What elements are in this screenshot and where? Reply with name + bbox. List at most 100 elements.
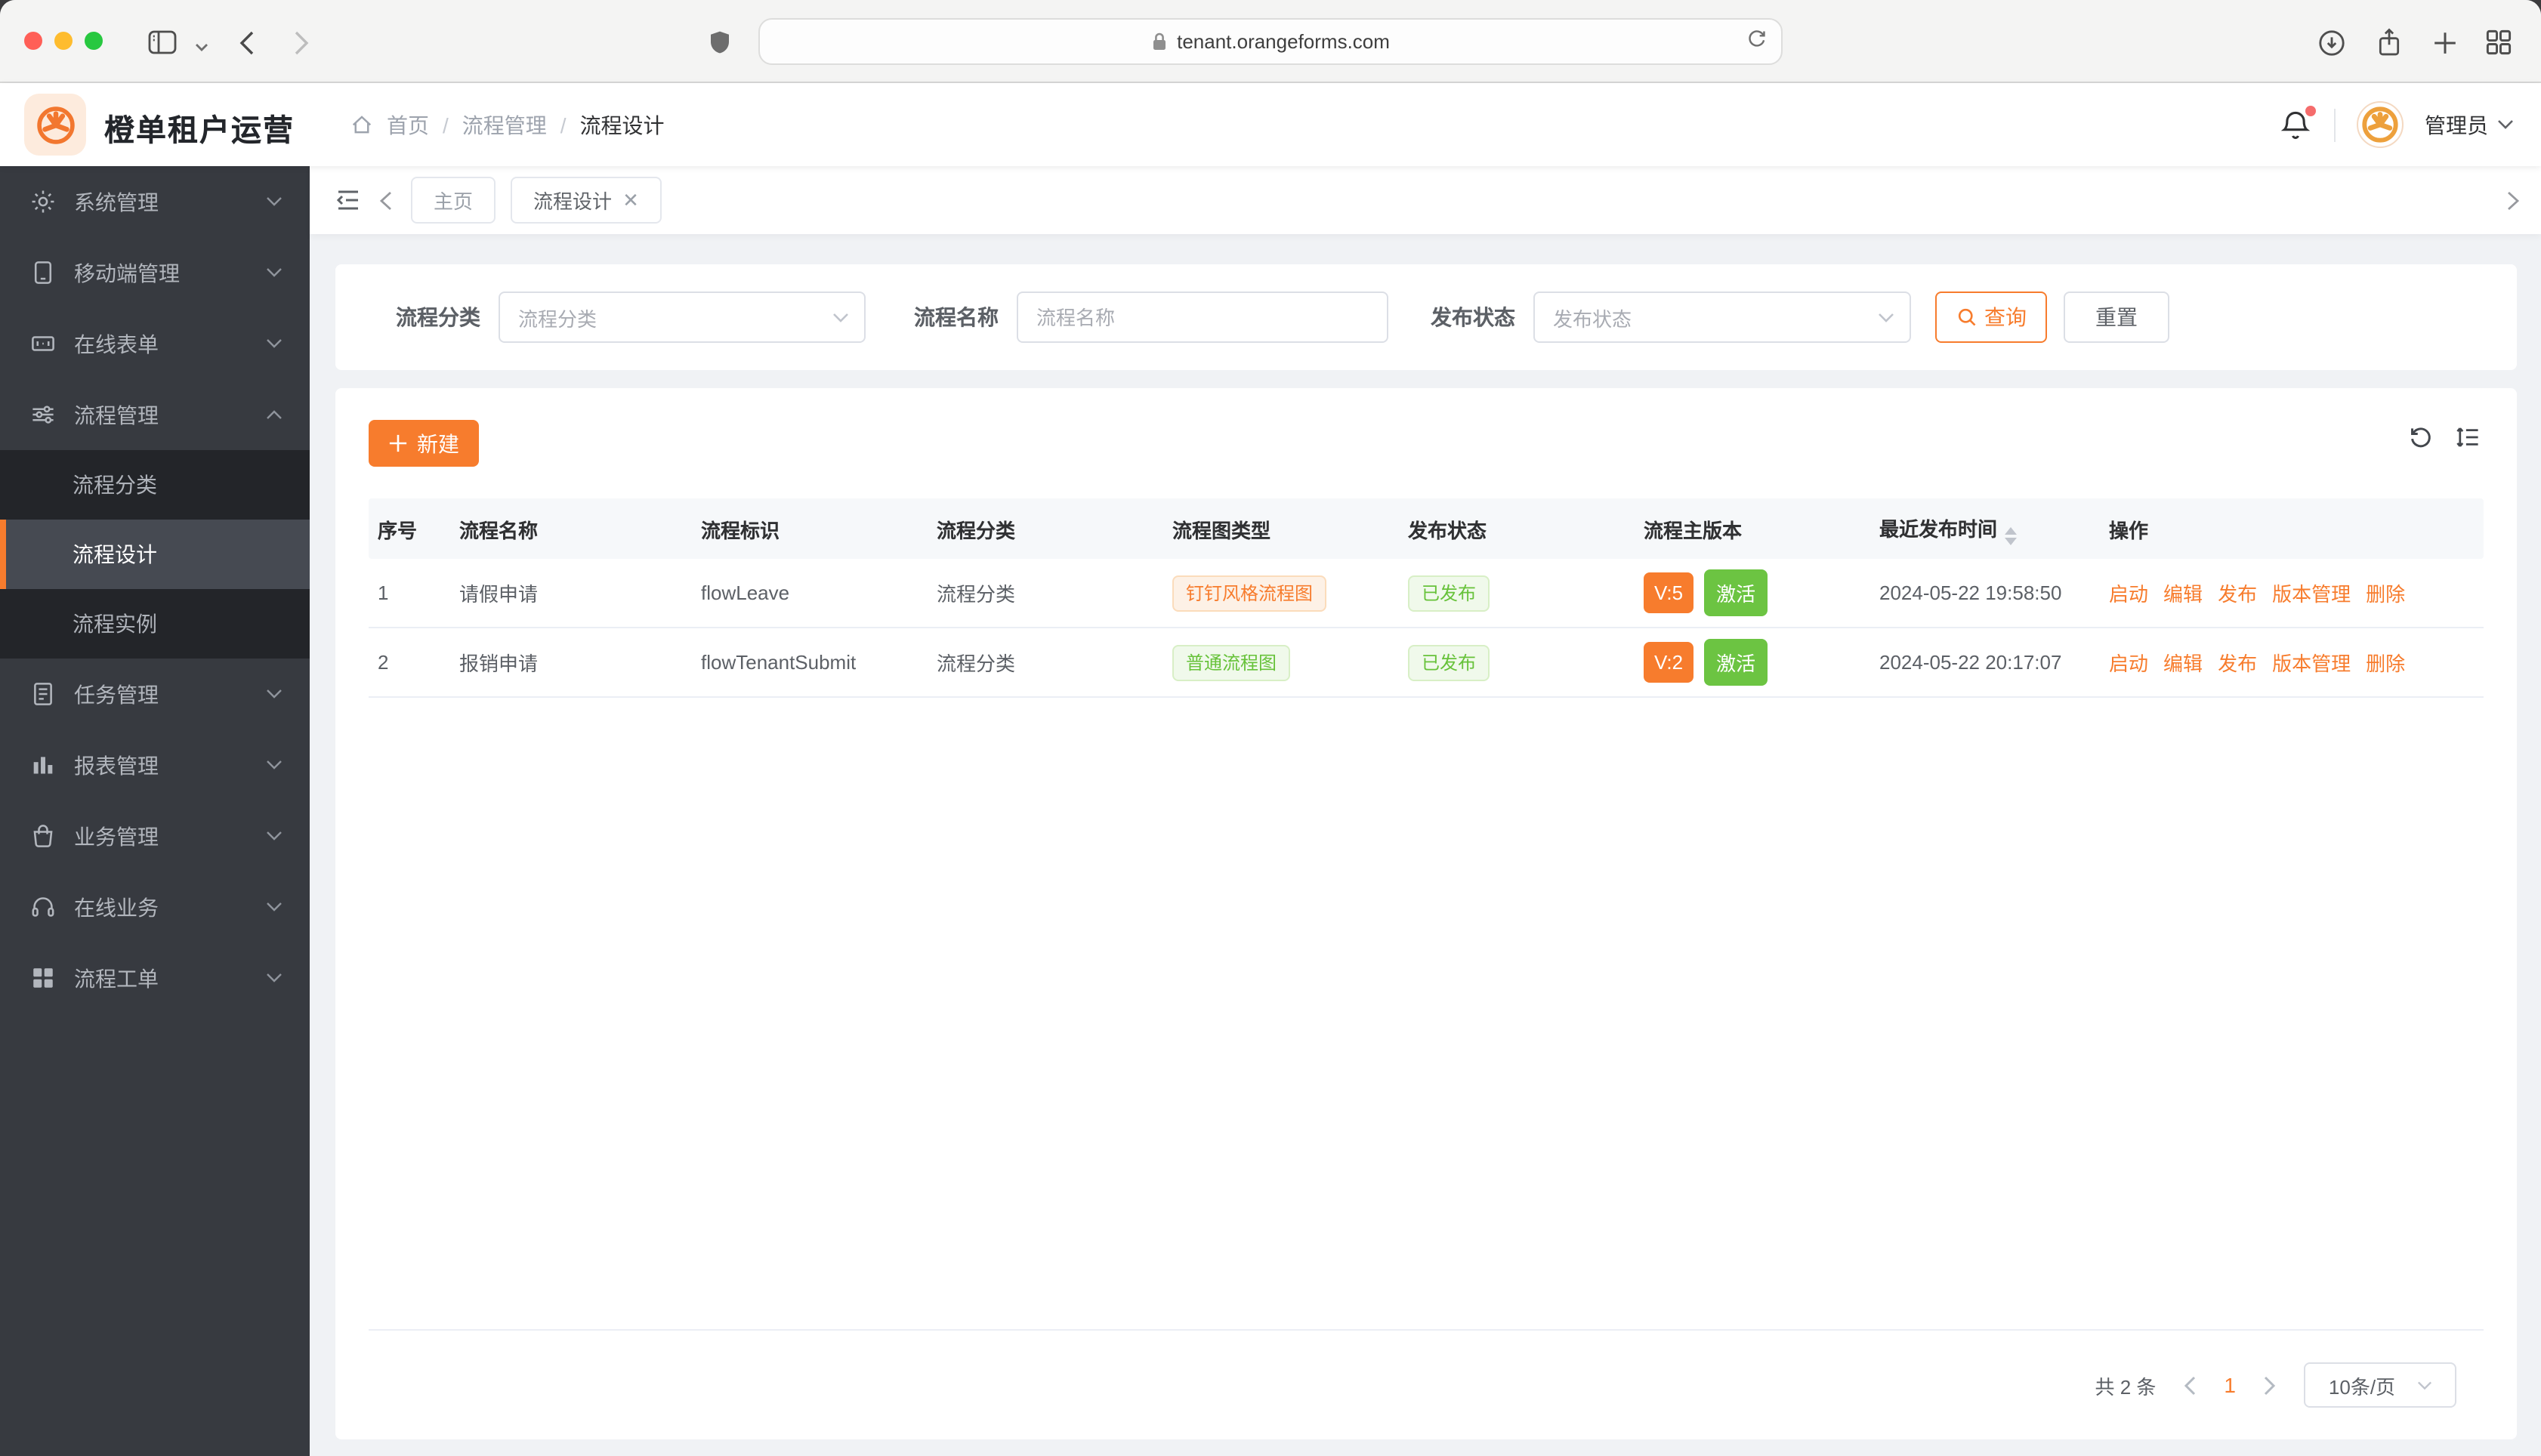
- reload-icon[interactable]: [1746, 27, 1768, 50]
- next-page-icon[interactable]: [2263, 1375, 2277, 1395]
- tab-close-icon[interactable]: ✕: [622, 188, 639, 212]
- chevron-down-icon: [266, 338, 283, 349]
- collapse-sidebar-icon[interactable]: [335, 189, 361, 211]
- name-filter-input[interactable]: [1018, 293, 1387, 341]
- active-tag: 激活: [1704, 569, 1768, 616]
- tab-scroll-left-icon[interactable]: [379, 190, 393, 211]
- chevron-down-icon: [266, 760, 283, 770]
- tab-home[interactable]: 主页: [411, 177, 496, 224]
- status-filter-select[interactable]: 发布状态: [1533, 292, 1911, 343]
- sidebar-item-label: 任务管理: [74, 682, 159, 706]
- select-placeholder: 流程分类: [518, 307, 597, 330]
- tab-label: 流程设计: [533, 190, 613, 213]
- headset-icon: [30, 894, 56, 920]
- sidebar-toggle-icon[interactable]: [145, 26, 178, 59]
- row-density-icon[interactable]: [2455, 424, 2481, 450]
- start-link[interactable]: 启动: [2109, 583, 2148, 606]
- sidebar-item-flow-design[interactable]: 流程设计: [0, 520, 310, 589]
- prev-page-icon[interactable]: [2183, 1375, 2197, 1395]
- form-icon: [30, 331, 56, 356]
- pagination: 共 2 条 1 10条/页: [369, 1331, 2484, 1439]
- publish-link[interactable]: 发布: [2218, 583, 2257, 606]
- delete-link[interactable]: 删除: [2366, 652, 2405, 675]
- delete-link[interactable]: 删除: [2366, 583, 2405, 606]
- version-mgmt-link[interactable]: 版本管理: [2272, 652, 2351, 675]
- sidebar-item-flow-mgmt[interactable]: 流程管理: [0, 379, 310, 450]
- minimize-window-button[interactable]: [54, 32, 73, 50]
- submenu-label: 流程设计: [73, 542, 157, 566]
- close-window-button[interactable]: [24, 32, 42, 50]
- start-link[interactable]: 启动: [2109, 652, 2148, 675]
- url-text: tenant.orangeforms.com: [1177, 30, 1390, 53]
- sidebar-item-flow-category[interactable]: 流程分类: [0, 450, 310, 520]
- sidebar-chevron-down-icon[interactable]: [184, 30, 218, 63]
- col-header: 流程图类型: [1172, 519, 1271, 541]
- sidebar-item-system[interactable]: 系统管理: [0, 166, 310, 237]
- page-size-select[interactable]: 10条/页: [2304, 1362, 2456, 1408]
- pagination-total: 共 2 条: [2095, 1375, 2157, 1398]
- reset-button-label: 重置: [2095, 305, 2138, 329]
- create-button-label: 新建: [417, 431, 459, 455]
- submenu-label: 流程分类: [73, 473, 157, 497]
- sidebar-item-label: 流程工单: [74, 966, 159, 990]
- address-bar[interactable]: tenant.orangeforms.com: [758, 18, 1783, 65]
- back-button[interactable]: [230, 26, 263, 59]
- downloads-icon[interactable]: [2314, 26, 2348, 59]
- sidebar-item-label: 业务管理: [74, 824, 159, 848]
- sidebar-item-business-mgmt[interactable]: 业务管理: [0, 800, 310, 871]
- version-mgmt-link[interactable]: 版本管理: [2272, 583, 2351, 606]
- chevron-down-icon: [2416, 1380, 2431, 1390]
- table-header-row: 序号 流程名称 流程标识 流程分类 流程图类型 发布状态 流程主版本 最近发布时…: [369, 498, 2484, 559]
- sidebar-item-flow-instance[interactable]: 流程实例: [0, 589, 310, 659]
- publish-link[interactable]: 发布: [2218, 652, 2257, 675]
- table-row: 1 请假申请 flowLeave 流程分类 钉钉风格流程图 已发布 V:5 激活…: [369, 559, 2484, 628]
- create-button[interactable]: 新建: [369, 420, 479, 467]
- main-area: 主页 流程设计 ✕ 流程分类 流程分类 流程名称 流程名称 发布状态 发布状态 …: [310, 166, 2541, 1456]
- tablet-icon: [30, 260, 56, 285]
- forward-button[interactable]: [284, 26, 317, 59]
- page-number[interactable]: 1: [2224, 1373, 2236, 1397]
- page-size-value: 10条/页: [2328, 1375, 2396, 1398]
- shopping-bag-icon: [30, 823, 56, 849]
- zoom-window-button[interactable]: [85, 32, 103, 50]
- chevron-down-icon: [266, 196, 283, 207]
- sidebar-item-mobile[interactable]: 移动端管理: [0, 237, 310, 308]
- user-menu[interactable]: 管理员: [2425, 110, 2514, 140]
- sidebar-item-report-mgmt[interactable]: 报表管理: [0, 730, 310, 800]
- edit-link[interactable]: 编辑: [2163, 652, 2203, 675]
- share-icon[interactable]: [2372, 26, 2405, 59]
- tab-overview-icon[interactable]: [2482, 26, 2515, 59]
- sidebar-item-online-business[interactable]: 在线业务: [0, 871, 310, 942]
- tab-flow-design[interactable]: 流程设计 ✕: [511, 177, 662, 224]
- cell-category: 流程分类: [937, 652, 1016, 675]
- new-tab-icon[interactable]: [2428, 26, 2461, 59]
- notification-bell-icon[interactable]: [2280, 105, 2316, 141]
- gear-icon: [30, 189, 56, 214]
- tab-scroll-right-icon[interactable]: [2506, 190, 2520, 211]
- edit-link[interactable]: 编辑: [2163, 583, 2203, 606]
- sidebar-item-flow-ticket[interactable]: 流程工单: [0, 942, 310, 1013]
- cell-index: 1: [378, 581, 389, 604]
- reset-button[interactable]: 重置: [2064, 292, 2169, 343]
- breadcrumb-home[interactable]: 首页: [387, 110, 429, 140]
- col-header: 操作: [2109, 519, 2149, 541]
- tab-label: 主页: [434, 190, 474, 213]
- refresh-icon[interactable]: [2408, 424, 2434, 450]
- category-filter-select[interactable]: 流程分类: [499, 292, 866, 343]
- flow-mgmt-submenu: 流程分类 流程设计 流程实例: [0, 450, 310, 659]
- privacy-shield-icon[interactable]: [702, 26, 736, 59]
- chevron-down-icon: [266, 267, 283, 278]
- sort-carets-icon[interactable]: [2005, 526, 2018, 544]
- query-button[interactable]: 查询: [1935, 292, 2047, 343]
- name-filter-field: [1017, 292, 1388, 343]
- user-avatar[interactable]: [2357, 101, 2404, 148]
- flow-table-panel: 新建 序号 流程名称 流程标识 流程分类 流程图类型 发布状态 流程主版本 最近…: [335, 388, 2517, 1439]
- sidebar: 系统管理 移动端管理 在线表单 流程管理 流程分类 流程设计 流程实例 任务管理: [0, 166, 310, 1456]
- breadcrumb-flow-mgmt[interactable]: 流程管理: [462, 110, 547, 140]
- chevron-down-icon: [266, 831, 283, 841]
- col-header: 发布状态: [1408, 519, 1487, 541]
- sidebar-item-online-form[interactable]: 在线表单: [0, 308, 310, 379]
- avatar-orange-icon: [2360, 104, 2401, 145]
- sidebar-item-task-mgmt[interactable]: 任务管理: [0, 659, 310, 730]
- col-header-sortable[interactable]: 最近发布时间: [1870, 513, 2100, 544]
